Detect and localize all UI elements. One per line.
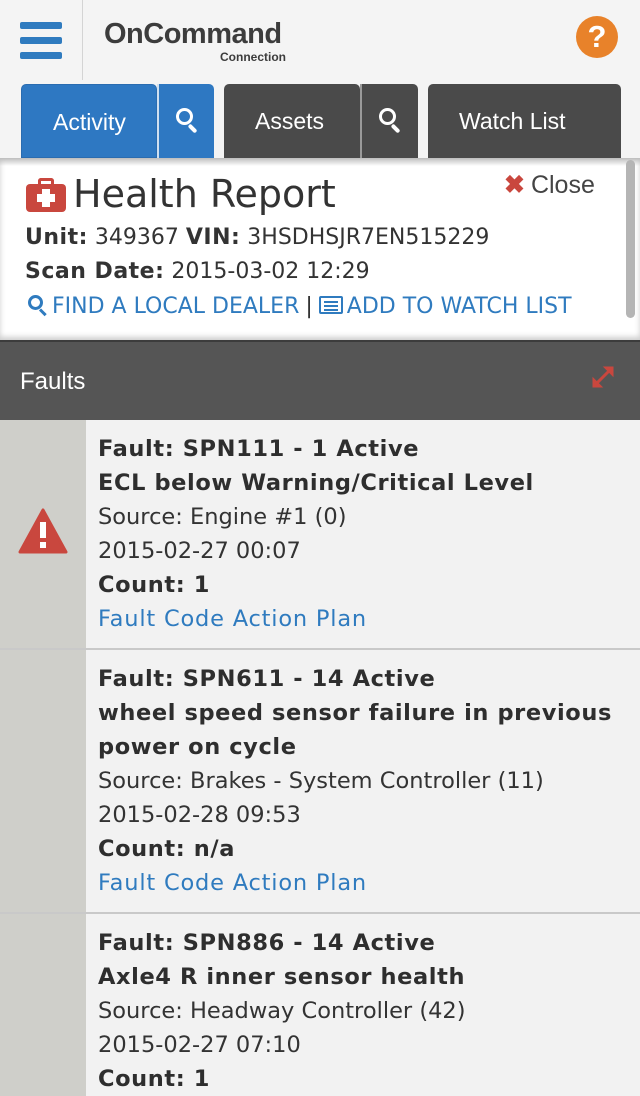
close-label: Close	[530, 171, 595, 199]
assets-search-button[interactable]	[360, 84, 418, 158]
app-logo: OnCommand Connection	[104, 18, 314, 68]
fault-action-plan-link[interactable]: Fault Code Action Plan	[98, 602, 620, 636]
activity-search-button[interactable]	[157, 84, 214, 158]
tab-assets[interactable]: Assets	[224, 84, 360, 158]
medical-kit-icon	[26, 178, 66, 212]
help-icon[interactable]: ?	[576, 16, 618, 58]
fault-severity-gutter	[0, 650, 86, 912]
fault-item: Fault: SPN111 - 1 Active ECL below Warni…	[0, 420, 640, 650]
fault-code: Fault: SPN111 - 1 Active	[98, 436, 420, 462]
fault-source: Source: Headway Controller (42)	[98, 998, 466, 1024]
scan-date-line: Scan Date: 2015-03-02 12:29	[25, 259, 370, 284]
unit-vin-line: Unit: 349367 VIN: 3HSDHSJR7EN515229	[25, 225, 489, 250]
faults-title: Faults	[20, 368, 86, 395]
list-icon	[318, 296, 343, 314]
fault-code: Fault: SPN886 - 14 Active	[98, 930, 436, 956]
scan-date-value: 2015-03-02 12:29	[171, 259, 370, 284]
fault-source: Source: Engine #1 (0)	[98, 504, 347, 530]
fault-timestamp: 2015-02-27 07:10	[98, 1032, 301, 1058]
fault-count: Count: 1	[98, 572, 211, 598]
fault-details: Fault: SPN886 - 14 Active Axle4 R inner …	[98, 926, 620, 1096]
close-button[interactable]: ✖ Close	[504, 170, 595, 200]
vin-value: 3HSDHSJR7EN515229	[247, 225, 490, 250]
fault-action-plan-link[interactable]: Fault Code Action Plan	[98, 866, 620, 900]
warning-icon	[18, 508, 68, 554]
logo-sub-text: Connection	[220, 50, 286, 64]
tab-activity[interactable]: Activity	[21, 84, 157, 158]
fault-code: Fault: SPN611 - 14 Active	[98, 666, 436, 692]
find-dealer-link[interactable]: FIND A LOCAL DEALER	[28, 294, 299, 319]
app-header: OnCommand Connection ? Activity Assets W…	[0, 0, 640, 158]
fault-item: Fault: SPN886 - 14 Active Axle4 R inner …	[0, 914, 640, 1096]
faults-section-header: Faults	[0, 340, 640, 420]
fault-description: wheel speed sensor failure in previous	[98, 700, 612, 726]
unit-label: Unit:	[25, 225, 88, 250]
fault-count: Count: n/a	[98, 836, 236, 862]
tab-assets-label: Assets	[255, 108, 325, 134]
fault-description: ECL below Warning/Critical Level	[98, 470, 534, 496]
search-icon	[175, 108, 198, 134]
fault-timestamp: 2015-02-27 00:07	[98, 538, 301, 564]
page-title: Health Report	[73, 172, 336, 216]
link-separator: |	[305, 294, 313, 319]
fault-source: Source: Brakes - System Controller (11)	[98, 768, 544, 794]
header-divider	[82, 0, 83, 80]
add-to-watch-list-link[interactable]: ADD TO WATCH LIST	[318, 294, 572, 319]
hamburger-menu-icon[interactable]	[20, 22, 62, 60]
fault-details: Fault: SPN611 - 14 Active wheel speed se…	[98, 662, 620, 900]
fault-details: Fault: SPN111 - 1 Active ECL below Warni…	[98, 432, 620, 636]
scan-date-label: Scan Date:	[25, 259, 165, 284]
search-icon	[379, 108, 401, 134]
tab-watch-list[interactable]: Watch List	[428, 84, 621, 158]
expand-icon[interactable]	[590, 364, 616, 390]
close-icon: ✖	[504, 171, 525, 199]
tab-watch-list-label: Watch List	[459, 108, 566, 134]
fault-description: Axle4 R inner sensor health	[98, 964, 466, 990]
find-dealer-label: FIND A LOCAL DEALER	[52, 294, 300, 319]
fault-description-continued: power on cycle	[98, 734, 297, 760]
fault-count: Count: 1	[98, 1066, 211, 1092]
vin-label: VIN:	[185, 225, 241, 250]
unit-value: 349367	[94, 225, 179, 250]
tab-activity-label: Activity	[53, 109, 126, 135]
report-actions: FIND A LOCAL DEALER | ADD TO WATCH LIST	[28, 294, 572, 319]
report-top-shadow	[0, 158, 640, 166]
scrollbar[interactable]	[626, 160, 635, 318]
logo-main-text: OnCommand	[104, 18, 282, 50]
fault-severity-gutter	[0, 914, 86, 1096]
fault-item: Fault: SPN611 - 14 Active wheel speed se…	[0, 650, 640, 914]
search-icon	[28, 295, 48, 317]
fault-timestamp: 2015-02-28 09:53	[98, 802, 301, 828]
add-to-watch-list-label: ADD TO WATCH LIST	[346, 294, 572, 319]
